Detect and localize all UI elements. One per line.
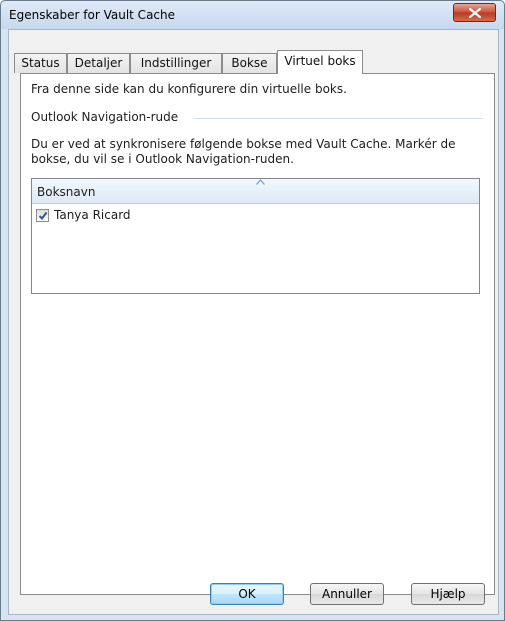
- close-button[interactable]: [453, 3, 496, 22]
- tab-status[interactable]: Status: [14, 53, 67, 73]
- cancel-button[interactable]: Annuller: [310, 583, 384, 605]
- vault-checkbox[interactable]: [36, 209, 49, 222]
- tab-panel: Fra denne side kan du konfigurere din vi…: [20, 73, 495, 595]
- sort-ascending-icon: [256, 179, 265, 185]
- description-text: Du er ved at synkronisere følgende bokse…: [31, 137, 456, 166]
- title-bar[interactable]: Egenskaber for Vault Cache: [1, 1, 504, 29]
- group-divider: [193, 118, 483, 119]
- list-header[interactable]: Boksnavn: [32, 179, 479, 204]
- help-button[interactable]: Hjælp: [411, 583, 485, 605]
- properties-dialog: Egenskaber for Vault Cache Status Detalj…: [0, 0, 505, 621]
- vault-name: Tanya Ricard: [54, 208, 131, 222]
- tab-settings[interactable]: Indstillinger: [130, 53, 222, 73]
- dialog-client-area: Status Detaljer Indstillinger Bokse Virt…: [8, 29, 499, 615]
- tab-vaults[interactable]: Bokse: [222, 53, 277, 73]
- column-header-vault-name: Boksnavn: [37, 185, 96, 199]
- ok-button[interactable]: OK: [210, 583, 284, 605]
- tab-details[interactable]: Detaljer: [67, 53, 130, 73]
- vault-list[interactable]: Boksnavn Tanya Ricard: [31, 178, 480, 294]
- intro-text: Fra denne side kan du konfigurere din vi…: [31, 82, 347, 96]
- close-x-icon: [469, 8, 481, 18]
- group-label: Outlook Navigation-rude: [31, 110, 179, 124]
- checkmark-icon: [38, 211, 48, 221]
- tab-virtual-vault[interactable]: Virtuel boks: [277, 50, 363, 74]
- window-title: Egenskaber for Vault Cache: [9, 8, 176, 22]
